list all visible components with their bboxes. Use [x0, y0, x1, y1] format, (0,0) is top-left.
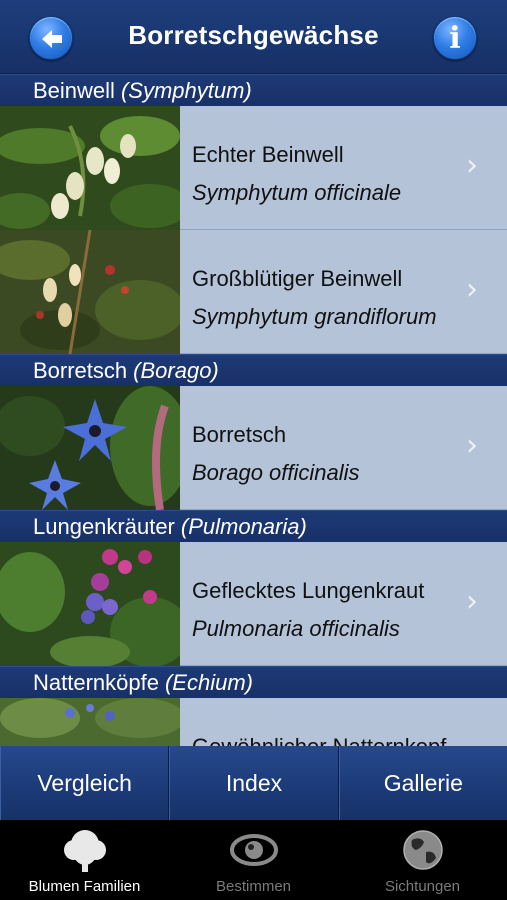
list-item[interactable]: Geflecktes Lungenkraut Pulmonaria offici…: [0, 542, 507, 666]
species-name: Großblütiger Beinwell: [192, 266, 403, 291]
bottom-button-bar: Vergleich Index Gallerie: [0, 746, 507, 820]
species-name: Echter Beinwell: [192, 142, 344, 167]
info-icon: i: [449, 21, 461, 56]
species-list[interactable]: Beinwell (Symphytum) Echter Beinwell Symp…: [0, 74, 507, 746]
tab-bar: Blumen Familien Bestimmen Sichtungen: [0, 820, 507, 900]
section-header-borretsch: Borretsch (Borago): [0, 354, 507, 386]
index-button[interactable]: Index: [169, 746, 339, 820]
species-name: Geflecktes Lungenkraut: [192, 578, 425, 603]
compare-button[interactable]: Vergleich: [0, 746, 170, 820]
list-item[interactable]: Gewöhnlicher Natternkopf: [0, 698, 507, 746]
navigation-bar: Borretschgewächse i: [0, 0, 507, 74]
chevron-right-icon: ›: [466, 584, 478, 619]
list-item[interactable]: Großblütiger Beinwell Symphytum grandifl…: [0, 230, 507, 354]
tab-label: Bestimmen: [215, 878, 292, 895]
eye-icon: [229, 834, 278, 866]
tree-icon: [63, 830, 106, 872]
tab-blumen-familien[interactable]: Blumen Familien: [0, 820, 169, 900]
chevron-right-icon: ›: [466, 272, 478, 307]
section-header-natternkoepfe: Natternköpfe (Echium): [0, 666, 507, 698]
chevron-right-icon: ›: [466, 148, 478, 183]
section-header-lungenkraeuter: Lungenkräuter (Pulmonaria): [0, 510, 507, 542]
section-latin: (Borago): [133, 358, 219, 383]
list-item[interactable]: Borretsch Borago officinalis ›: [0, 386, 507, 510]
species-latin: Symphytum officinale: [192, 180, 402, 205]
section-name: Beinwell: [33, 78, 115, 103]
species-latin: Symphytum grandiflorum: [192, 304, 437, 329]
section-name: Borretsch: [33, 358, 128, 383]
list-item[interactable]: Echter Beinwell Symphytum officinale ›: [0, 106, 507, 230]
plant-thumbnail: [0, 386, 180, 510]
tab-label: Sichtungen: [384, 878, 461, 895]
section-latin: (Pulmonaria): [180, 514, 307, 539]
species-latin: Borago officinalis: [192, 460, 360, 485]
tab-sichtungen[interactable]: Sichtungen: [338, 820, 507, 900]
section-header-beinwell: Beinwell (Symphytum): [0, 74, 507, 106]
plant-thumbnail: [0, 698, 180, 746]
tab-bestimmen[interactable]: Bestimmen: [169, 820, 338, 900]
species-name: Borretsch: [192, 422, 287, 447]
info-button[interactable]: i: [433, 16, 477, 60]
species-name: Gewöhnlicher Natternkopf: [192, 734, 446, 746]
page-title: Borretschgewächse: [128, 20, 379, 50]
globe-icon: [402, 830, 443, 870]
plant-thumbnail: [0, 106, 180, 230]
section-latin: (Symphytum): [120, 78, 252, 103]
gallery-button[interactable]: Gallerie: [338, 746, 507, 820]
species-latin: Pulmonaria officinalis: [192, 616, 400, 641]
section-name: Lungenkräuter: [33, 514, 175, 539]
plant-thumbnail: [0, 230, 180, 354]
tab-label: Blumen Familien: [28, 878, 141, 895]
plant-thumbnail: [0, 542, 180, 666]
section-latin: (Echium): [164, 670, 253, 695]
chevron-right-icon: ›: [466, 428, 478, 463]
section-name: Natternköpfe: [33, 670, 159, 695]
